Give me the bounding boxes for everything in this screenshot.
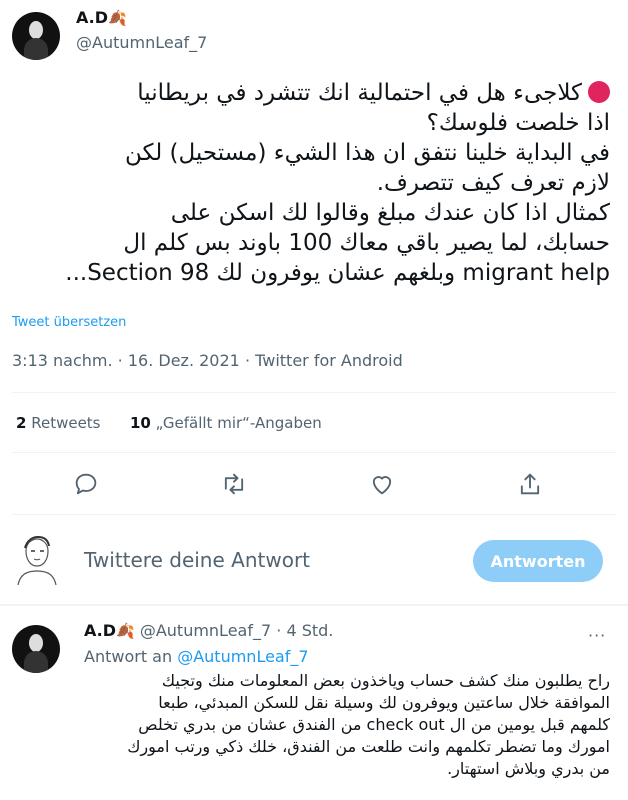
replying-to-label: Antwort an	[84, 647, 173, 666]
author-handle[interactable]: @AutumnLeaf_7	[76, 33, 207, 52]
replying-to: Antwort an @AutumnLeaf_7	[84, 647, 309, 666]
reply-icon[interactable]	[72, 470, 100, 498]
tweet-line: كمثال اذا كان عندك مبلغ وقالوا لك اسكن ع…	[170, 200, 610, 226]
share-icon[interactable]	[516, 470, 544, 498]
reply-author-handle[interactable]: @AutumnLeaf_7	[140, 621, 271, 640]
more-options-icon[interactable]: ···	[588, 626, 606, 645]
red-circle-icon	[588, 81, 610, 103]
translate-link[interactable]: Tweet übersetzen	[12, 315, 126, 330]
tweet-date[interactable]: 16. Dez. 2021	[128, 351, 240, 370]
tweet-time[interactable]: 3:13 nachm.	[12, 351, 113, 370]
author-avatar[interactable]	[12, 12, 60, 60]
reply-time-separator: ·	[276, 621, 282, 640]
divider	[0, 604, 628, 606]
tweet-line-text: كلاجىء هل في احتمالية انك تتشرد في بريطا…	[137, 80, 582, 106]
tweet-meta: 3:13 nachm. · 16. Dez. 2021 · Twitter fo…	[12, 351, 403, 370]
meta-separator: ·	[244, 351, 251, 370]
reply-input[interactable]: Twittere deine Antwort	[84, 548, 310, 572]
reply-line: امورك وما تضطر تكلمهم وانت طلعت من الفند…	[127, 737, 610, 756]
tweet-line: migrant help وبلغهم عشان يوفرون لك Secti…	[65, 260, 610, 286]
retweets-stat[interactable]: 2 Retweets	[16, 414, 101, 432]
divider	[12, 392, 616, 393]
leaf-emoji-icon: 🍂	[116, 622, 135, 640]
likes-stat[interactable]: 10 „Gefällt mir“-Angaben	[130, 414, 322, 432]
like-icon[interactable]	[368, 470, 396, 498]
tweet-line: حسابك، لما يصير باقي معاك 100 باوند بس ك…	[123, 230, 610, 256]
reply-line: كلمهم قبل يومين من ال check out من الفند…	[138, 715, 610, 734]
reply-button[interactable]: Antworten	[473, 540, 603, 582]
reply-line: الموافقة خلال ساعتين ويوفرون لك وسيلة نق…	[158, 693, 610, 712]
likes-count: 10	[130, 414, 151, 432]
author-name[interactable]: A.D	[76, 8, 108, 27]
reply-author-avatar[interactable]	[12, 625, 60, 673]
tweet-line: في البداية خلينا نتفق ان هذا الشيء (مستح…	[125, 140, 610, 166]
reply-body: راح يطلبون منك كشف حساب وياخذون بعض المع…	[84, 670, 610, 780]
tweet-line: لازم تعرف كيف تتصرف.	[376, 170, 610, 196]
retweets-label: Retweets	[31, 414, 101, 432]
divider	[12, 452, 616, 453]
tweet-line: كلاجىء هل في احتمالية انك تتشرد في بريطا…	[12, 78, 610, 108]
current-user-avatar[interactable]	[12, 533, 60, 586]
reply-author-name[interactable]: A.D	[84, 621, 116, 640]
author-name-row[interactable]: A.D🍂	[76, 8, 127, 27]
reply-line: من بدري وبلاش استهتار.	[447, 759, 610, 778]
tweet-source[interactable]: Twitter for Android	[255, 351, 403, 370]
retweets-count: 2	[16, 414, 27, 432]
reply-time[interactable]: 4 Std.	[286, 621, 333, 640]
divider	[12, 514, 616, 515]
leaf-emoji-icon: 🍂	[108, 9, 127, 27]
likes-label: „Gefällt mir“-Angaben	[155, 414, 322, 432]
tweet-body: كلاجىء هل في احتمالية انك تتشرد في بريطا…	[12, 78, 610, 288]
meta-separator: ·	[117, 351, 123, 370]
replying-to-handle[interactable]: @AutumnLeaf_7	[177, 647, 308, 666]
tweet-line: اذا خلصت فلوسك؟	[426, 110, 610, 136]
retweet-icon[interactable]	[220, 470, 248, 498]
reply-line: راح يطلبون منك كشف حساب وياخذون بعض المع…	[161, 671, 610, 690]
reply-header: A.D🍂 @AutumnLeaf_7 · 4 Std.	[84, 621, 333, 640]
